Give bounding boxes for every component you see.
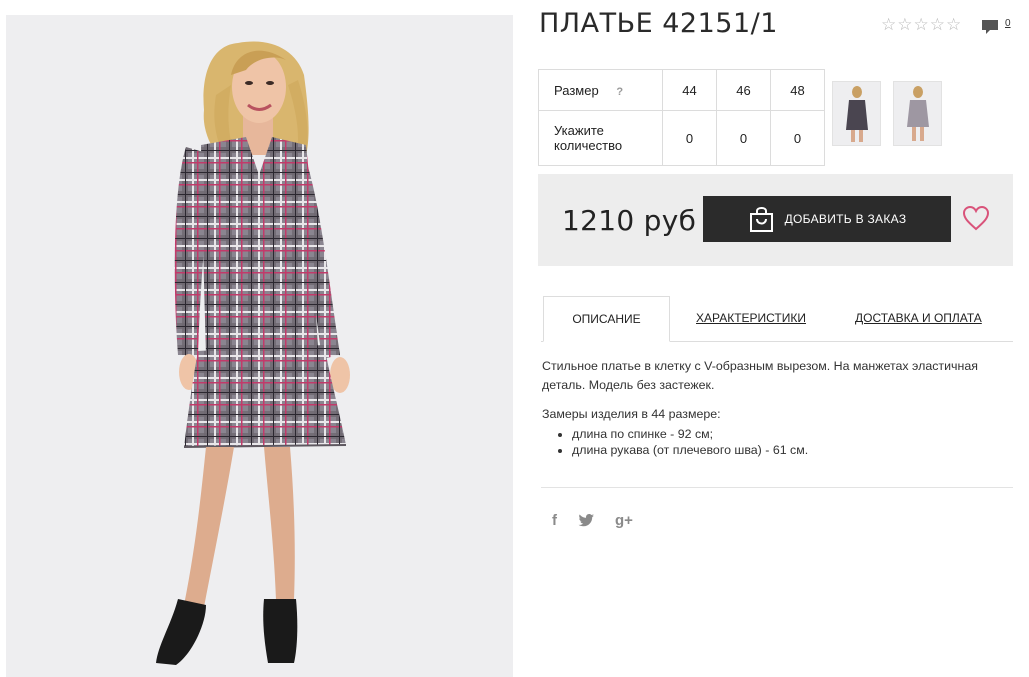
quantity-input-48[interactable]: 0	[770, 110, 825, 166]
comments-count[interactable]: 0	[1005, 18, 1011, 30]
rating-stars[interactable]: ☆ ☆ ☆ ☆ ☆	[881, 16, 961, 34]
star-icon[interactable]: ☆	[946, 16, 961, 34]
size-label-cell: Размер ?	[538, 69, 663, 111]
comments-link[interactable]: 0	[981, 18, 1011, 36]
size-table: Размер ? 44 46 48 Укажите количество 0 0…	[538, 69, 825, 166]
tab-description[interactable]: ОПИСАНИЕ	[543, 296, 670, 342]
shopping-bag-icon	[749, 207, 773, 232]
social-share: f g+	[552, 512, 633, 530]
star-icon[interactable]: ☆	[930, 16, 945, 34]
price-box: 1210 руб ДОБАВИТЬ В ЗАКАЗ	[538, 174, 1013, 266]
google-plus-icon[interactable]: g+	[615, 512, 633, 530]
add-to-order-button[interactable]: ДОБАВИТЬ В ЗАКАЗ	[703, 196, 951, 242]
quantity-input-46[interactable]: 0	[716, 110, 771, 166]
thumbnail-front[interactable]	[832, 81, 881, 146]
tab-delivery-payment[interactable]: ДОСТАВКА И ОПЛАТА	[855, 296, 982, 341]
product-photo[interactable]	[6, 15, 513, 677]
star-icon[interactable]: ☆	[897, 16, 912, 34]
size-row: Размер ? 44 46 48	[538, 69, 825, 111]
product-tabs: ОПИСАНИЕ ХАРАКТЕРИСТИКИ ДОСТАВКА И ОПЛАТ…	[541, 296, 1013, 342]
quantity-label: Укажите количество	[538, 110, 663, 166]
star-icon[interactable]: ☆	[881, 16, 896, 34]
description-text: Стильное платье в клетку с V-образным вы…	[542, 359, 978, 392]
quantity-input-44[interactable]: 0	[662, 110, 717, 166]
product-title: ПЛАТЬЕ 42151/1	[539, 8, 778, 39]
product-price: 1210 руб	[562, 204, 697, 237]
star-icon[interactable]: ☆	[914, 16, 929, 34]
tab-characteristics[interactable]: ХАРАКТЕРИСТИКИ	[696, 296, 806, 341]
thumbnail-front-image	[846, 86, 868, 142]
heart-icon[interactable]	[962, 205, 990, 231]
size-44[interactable]: 44	[662, 69, 717, 111]
dress-model-illustration	[156, 41, 350, 665]
product-description: Стильное платье в клетку с V-образным вы…	[542, 357, 1014, 458]
facebook-icon[interactable]: f	[552, 512, 557, 530]
quantity-row: Укажите количество 0 0 0	[538, 110, 825, 166]
list-item: длина по спинке - 92 см;	[572, 426, 1014, 442]
thumbnail-side[interactable]	[893, 81, 942, 146]
thumbnail-gallery	[832, 81, 942, 146]
size-48[interactable]: 48	[770, 69, 825, 111]
list-item: длина рукава (от плечевого шва) - 61 см.	[572, 442, 1014, 458]
thumbnail-side-image	[907, 86, 929, 141]
add-to-order-label: ДОБАВИТЬ В ЗАКАЗ	[784, 212, 907, 226]
measurements-title: Замеры изделия в 44 размере:	[542, 407, 721, 421]
size-label: Размер	[554, 82, 599, 98]
twitter-icon[interactable]	[577, 513, 595, 529]
divider	[541, 487, 1013, 488]
size-46[interactable]: 46	[716, 69, 771, 111]
comment-icon	[982, 20, 998, 34]
measurements-list: длина по спинке - 92 см; длина рукава (о…	[542, 426, 1014, 458]
size-help-icon[interactable]: ?	[616, 86, 623, 98]
